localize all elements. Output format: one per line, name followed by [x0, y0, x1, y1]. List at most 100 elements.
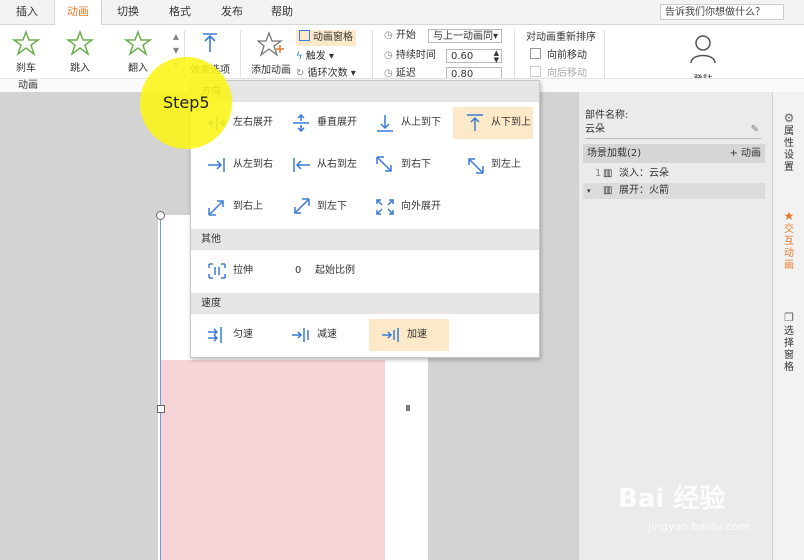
option-label: 从下到上: [491, 117, 531, 128]
direction-option[interactable]: 到右下: [363, 149, 443, 181]
speed-header: 速度: [191, 293, 539, 314]
option-label: 从右到左: [317, 159, 357, 170]
rotate-handle[interactable]: [156, 211, 165, 220]
accelerate-icon: [382, 328, 399, 342]
direction-option[interactable]: 从右到左: [279, 149, 359, 181]
effect-jump-button[interactable]: 跳入: [60, 29, 100, 74]
tab-insert[interactable]: 插入: [8, 0, 46, 24]
animation-item-icon: ▥: [603, 185, 613, 196]
pane-icon: [299, 30, 310, 41]
arrow-up-right-icon: [208, 200, 224, 216]
speed-option-selected[interactable]: 加速: [369, 319, 449, 351]
arrow-up-icon: [203, 33, 217, 52]
tab-transition[interactable]: 切换: [108, 0, 148, 24]
star-effect-icon: [65, 29, 95, 57]
stretch-icon: [208, 263, 226, 279]
option-label: 拉伸: [233, 265, 253, 276]
animation-pane-button[interactable]: 动画窗格: [296, 30, 356, 46]
option-label: 从上到下: [401, 117, 441, 128]
arrow-down-left-icon: [294, 198, 310, 214]
move-forward-label: 向前移动: [547, 50, 587, 61]
arrow-down-right-icon: [376, 156, 392, 172]
side-tab-interactive[interactable]: ★ 交互动画: [773, 210, 804, 274]
effect-label: 刹车: [16, 63, 36, 74]
start-row: ◷ 开始: [384, 28, 416, 44]
star-effect-icon: [123, 29, 153, 57]
start-ratio-label: 起始比例: [315, 265, 355, 276]
add-animation-link[interactable]: + 动画: [729, 144, 761, 163]
move-forward-button[interactable]: 向前移动: [530, 48, 587, 64]
scene-load-label: 场景加载(2): [587, 148, 642, 159]
star-icon: ★: [783, 209, 795, 223]
side-tab-label: 交互动画: [784, 224, 794, 271]
side-tab-label: 属性设置: [784, 126, 794, 173]
selection-edge: [160, 215, 161, 560]
effect-flip-button[interactable]: 翻入: [118, 29, 158, 74]
tab-publish[interactable]: 发布: [212, 0, 252, 24]
add-animation-label: 添加动画: [251, 65, 291, 76]
ribbon-tab-bar: 插入 动画 切换 格式 发布 帮助 告诉我们你想做什么？: [0, 0, 804, 25]
component-name-input[interactable]: 云朵 ✎: [585, 122, 761, 139]
resize-handle[interactable]: [157, 405, 165, 413]
animation-pane-label: 动画窗格: [313, 32, 353, 43]
animation-list-item[interactable]: 1 ▥ 淡入：云朵: [583, 166, 765, 182]
option-label: 到左下: [317, 201, 347, 212]
item-text: 淡入：云朵: [619, 168, 669, 179]
decelerate-icon: [292, 328, 309, 342]
side-tab-label: 选择窗格: [784, 326, 794, 373]
direction-option-selected[interactable]: 从下到上: [453, 107, 533, 139]
direction-option[interactable]: 到左上: [453, 149, 533, 181]
direction-option[interactable]: 到左下: [279, 191, 359, 223]
duration-value: 0.60: [451, 51, 474, 62]
option-label: 减速: [317, 329, 337, 340]
option-label: 垂直展开: [317, 117, 357, 128]
arrow-right-icon: [208, 158, 225, 172]
duration-spinner[interactable]: 0.60 ▲ ▼: [446, 49, 502, 64]
speed-option[interactable]: 减速: [279, 319, 359, 351]
direction-option[interactable]: 向外展开: [363, 191, 443, 223]
side-tab-strip: ⚙ 属性设置 ★ 交互动画 ❐ 选择窗格: [772, 92, 804, 560]
chevron-down-icon: ▾: [492, 31, 498, 42]
speed-option[interactable]: 匀速: [195, 319, 275, 351]
animation-list-item[interactable]: ▾ ▥ 展开：火箭: [583, 183, 765, 199]
start-ratio-value[interactable]: 0: [295, 255, 301, 287]
arrow-up-left-icon: [468, 158, 484, 174]
group-label: 动画: [18, 80, 38, 91]
search-input[interactable]: 告诉我们你想做什么？: [660, 4, 784, 20]
component-name-label: 部件名称:: [585, 110, 629, 121]
direction-option[interactable]: 从上到下: [363, 107, 443, 139]
option-label: 到右上: [233, 201, 263, 212]
trigger-button[interactable]: ϟ 触发 ▾: [296, 49, 334, 65]
user-icon: [690, 35, 716, 64]
add-animation-button[interactable]: 添加动画: [250, 30, 292, 76]
side-tab-selection[interactable]: ❐ 选择窗格: [773, 312, 804, 376]
start-select-value: 与上一动画同: [433, 31, 493, 42]
side-tab-properties[interactable]: ⚙ 属性设置: [773, 112, 804, 176]
effect-label: 跳入: [70, 63, 90, 74]
direction-option[interactable]: 到右上: [195, 191, 275, 223]
duration-row: ◷ 持续时间: [384, 48, 436, 64]
option-label: 匀速: [233, 329, 253, 340]
direction-option[interactable]: 从左到右: [195, 149, 275, 181]
stretch-option[interactable]: 拉伸: [195, 255, 275, 287]
effect-brake-button[interactable]: 刹车: [6, 29, 46, 74]
arrow-down-icon: [377, 115, 393, 132]
edit-icon[interactable]: ✎: [751, 122, 759, 138]
move-forward-icon: [530, 48, 541, 59]
tab-help[interactable]: 帮助: [262, 0, 302, 24]
start-select[interactable]: 与上一动画同 ▾: [428, 29, 502, 43]
tab-animation[interactable]: 动画: [54, 0, 102, 25]
caret-icon[interactable]: ▾: [587, 183, 591, 199]
component-name-value: 云朵: [585, 124, 605, 135]
split-vertical-icon: [293, 114, 309, 132]
arrow-up-icon: [467, 114, 483, 131]
scene-load-header[interactable]: 场景加载(2) + 动画: [583, 144, 765, 163]
clock-icon: ◷: [384, 50, 393, 61]
direction-option[interactable]: 垂直展开: [279, 107, 359, 139]
animation-item-icon: ▥: [603, 168, 613, 179]
resize-handle[interactable]: [406, 405, 410, 411]
layers-icon: ❐: [784, 311, 794, 324]
trigger-label: 触发: [305, 51, 326, 62]
tab-format[interactable]: 格式: [160, 0, 200, 24]
star-plus-icon: [256, 31, 284, 57]
